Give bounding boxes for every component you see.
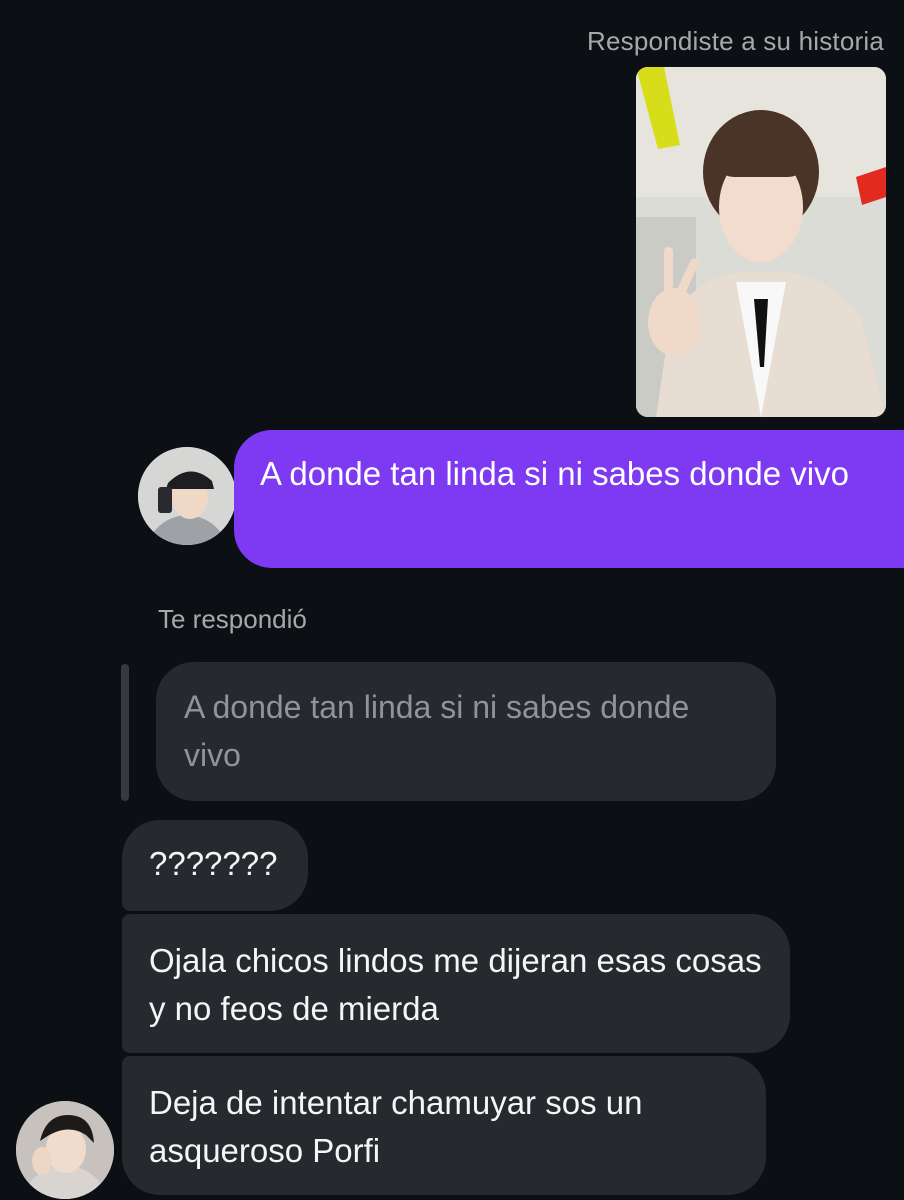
story-reply-label: Respondiste a su historia	[587, 26, 884, 56]
sent-message-bubble[interactable]: A donde tan linda si ni sabes donde vivo	[234, 430, 904, 568]
received-message-bubble[interactable]: Deja de intentar chamuyar sos un asquero…	[122, 1056, 766, 1195]
story-thumbnail[interactable]	[636, 67, 886, 417]
replied-label: Te respondió	[158, 604, 307, 634]
received-message-bubble[interactable]: ???????	[122, 820, 308, 911]
my-avatar[interactable]	[138, 447, 236, 545]
contact-avatar[interactable]	[16, 1101, 114, 1199]
quote-indicator-bar	[121, 664, 129, 801]
user-avatar-icon	[138, 447, 236, 545]
received-message-bubble[interactable]: Ojala chicos lindos me dijeran esas cosa…	[122, 914, 790, 1053]
story-photo-icon	[636, 67, 886, 417]
contact-avatar-icon	[16, 1101, 114, 1199]
quoted-message-bubble[interactable]: A donde tan linda si ni sabes donde vivo	[156, 662, 776, 801]
